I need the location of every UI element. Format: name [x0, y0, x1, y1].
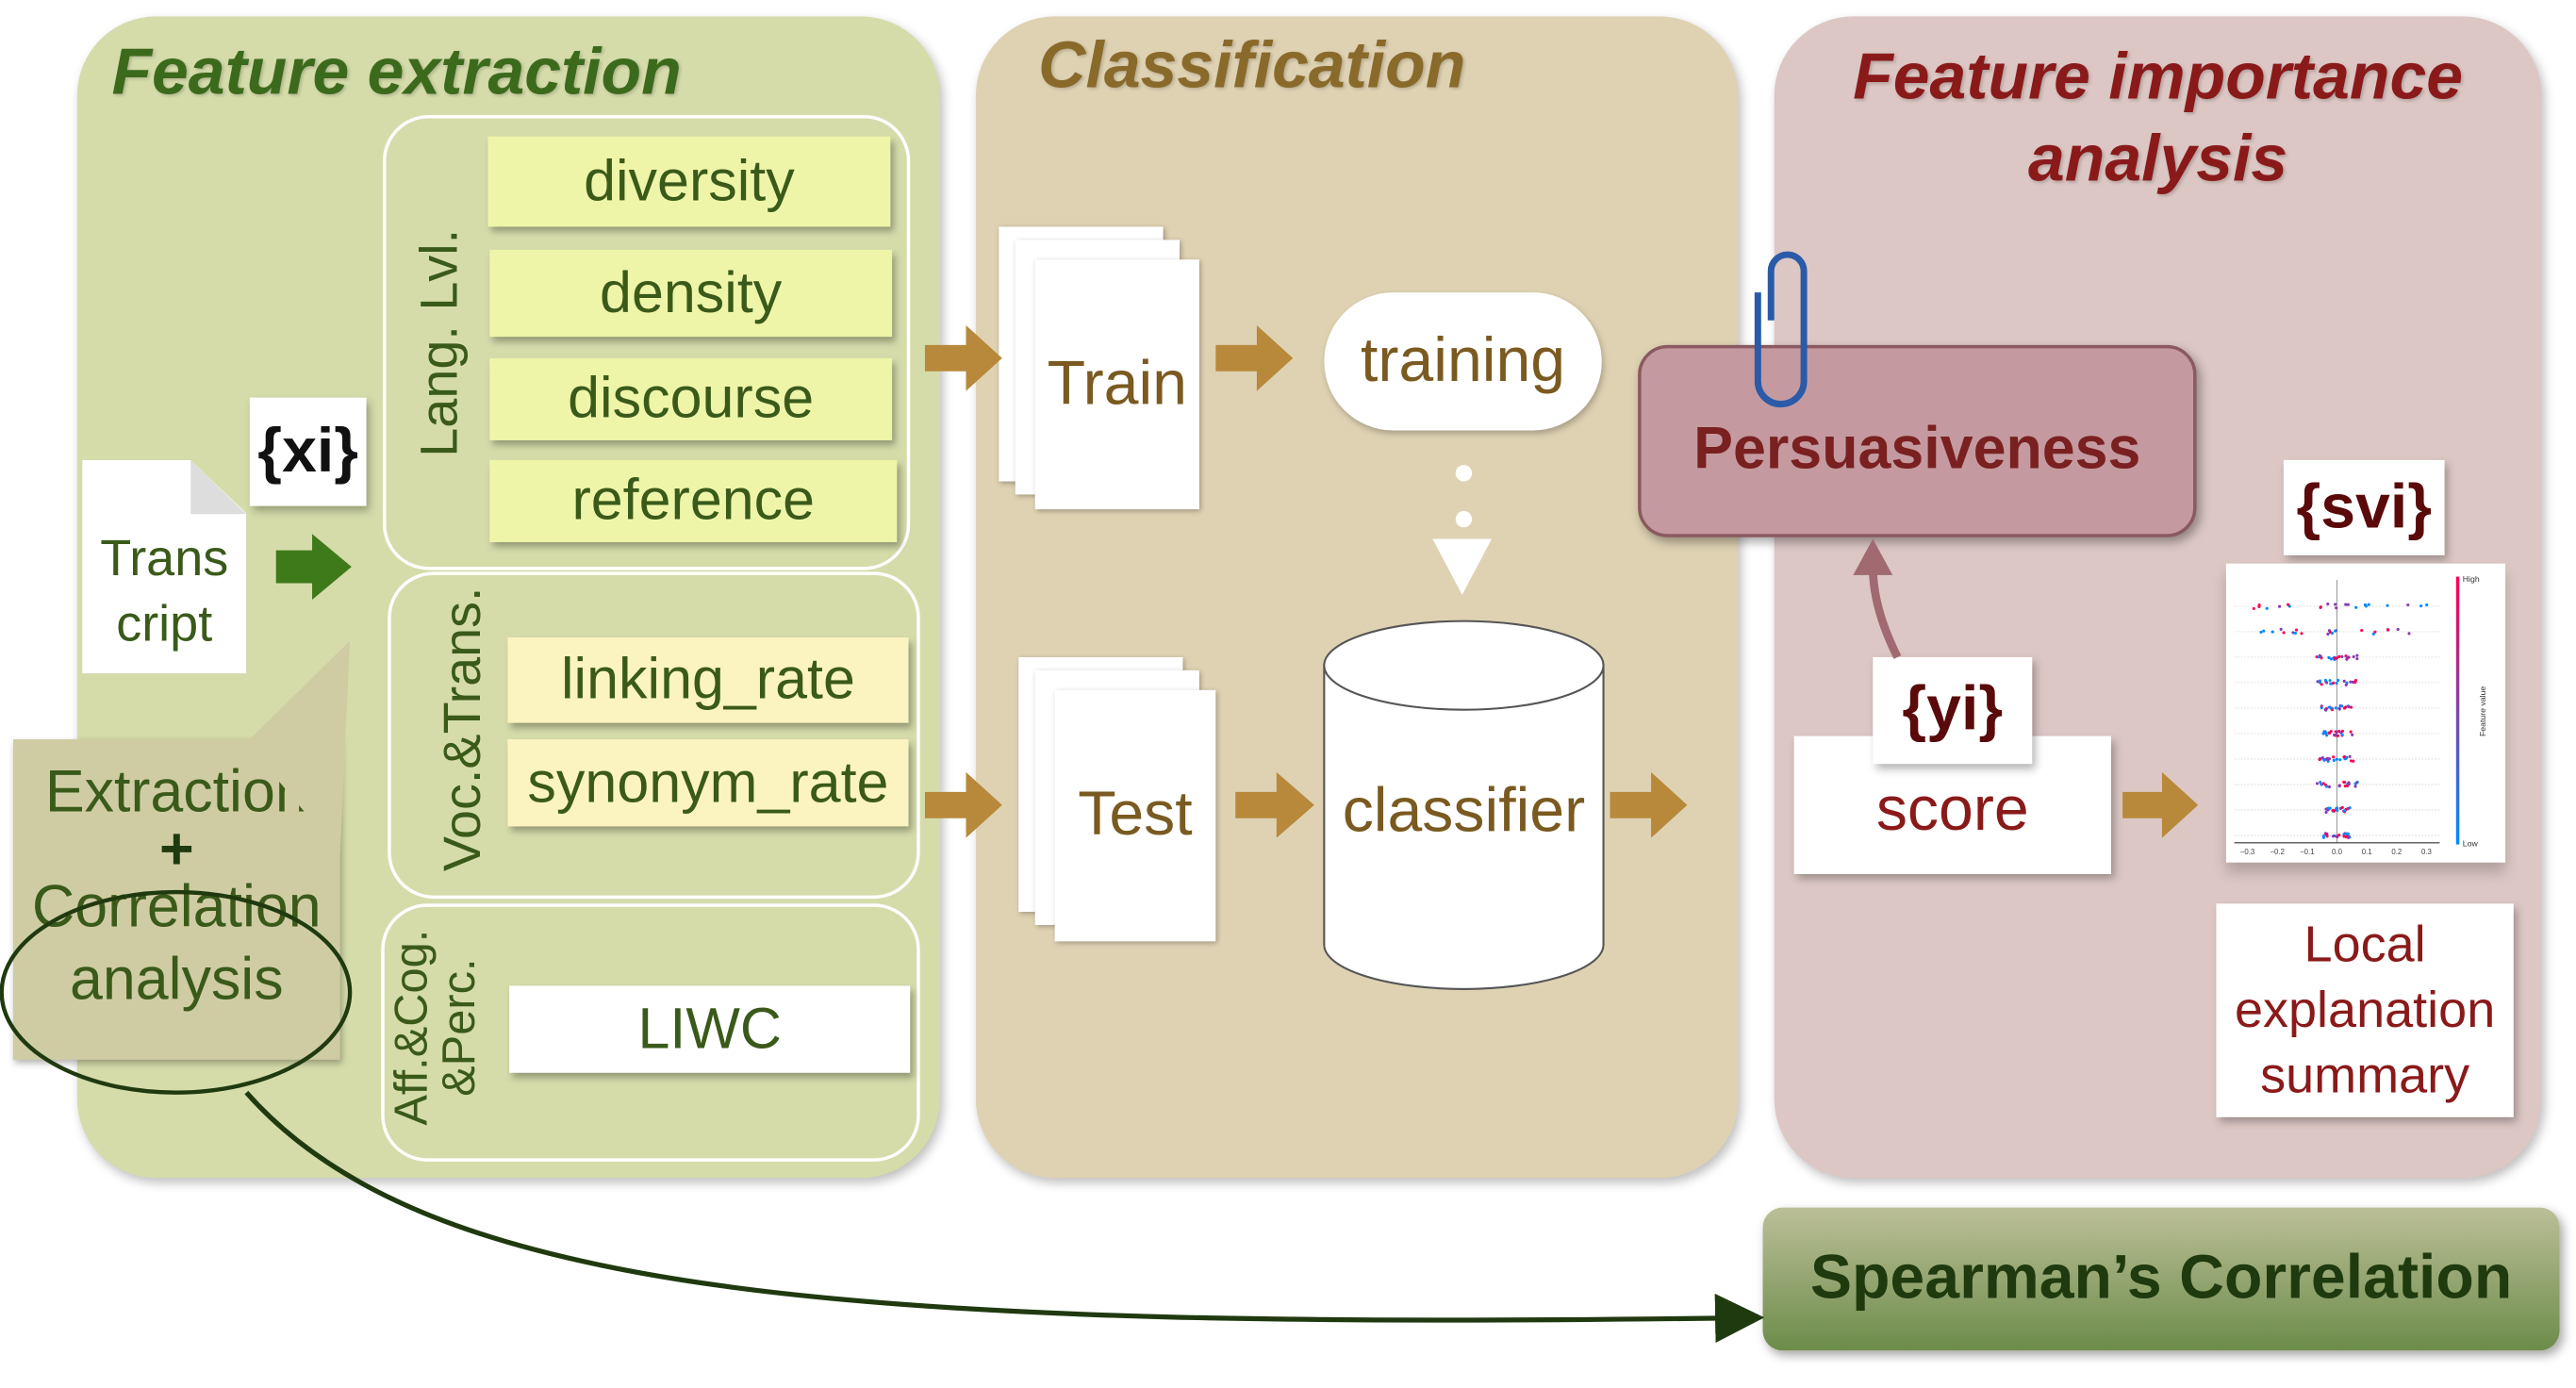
dot: [1455, 465, 1473, 482]
callout-tail: [246, 640, 351, 855]
arrow-score-to-persuasiveness: [1868, 567, 1902, 659]
paperclip-icon: [1754, 251, 1808, 408]
correlation-highlight-ellipse: [0, 889, 353, 1095]
pipeline-diagram: Feature extraction Lang. Lvl. diversity …: [0, 0, 2576, 1388]
arrow-test-to-classifier: [1235, 771, 1314, 838]
dot: [1455, 510, 1473, 528]
arrow-train-to-training: [1215, 324, 1294, 391]
arrow-features-to-test: [924, 771, 1002, 838]
arrow-score-to-shap: [2122, 771, 2199, 838]
arrow-head: [1853, 538, 1893, 575]
classifier-label: classifier: [1343, 776, 1585, 846]
down-triangle-icon: [1432, 538, 1493, 595]
connectors-layer: classifier: [0, 251, 2199, 1344]
arrow-classifier-to-score: [1610, 771, 1688, 838]
arrow-features-to-train: [924, 324, 1002, 391]
green-arrow-icon: [275, 534, 352, 600]
curve-to-spearman: [244, 1090, 1765, 1344]
